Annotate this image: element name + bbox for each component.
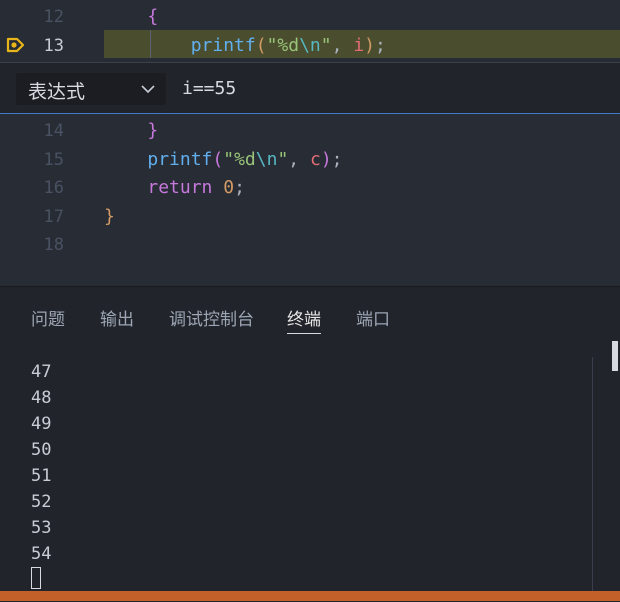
line-number[interactable]: 18 <box>0 231 64 259</box>
tab-problems[interactable]: 问题 <box>31 305 65 331</box>
code-line[interactable]: 18 <box>0 231 620 259</box>
terminal-output[interactable]: 47 48 49 50 51 52 53 54 <box>0 343 620 593</box>
code-token: , <box>331 34 354 56</box>
breakpoint-condition-widget: 表达式 <box>0 62 620 114</box>
code-token: , <box>288 148 310 170</box>
terminal-line: 54 <box>31 544 52 564</box>
code-text[interactable]: { <box>104 3 158 31</box>
code-token: } <box>104 205 115 227</box>
code-text[interactable]: return 0; <box>104 174 245 202</box>
code-token: ( <box>212 148 224 170</box>
terminal-line: 47 <box>31 362 52 382</box>
terminal-line: 51 <box>31 466 52 486</box>
code-token: ; <box>331 148 343 170</box>
bottom-panel: 问题 输出 调试控制台 终端 端口 47 48 49 50 51 52 53 5… <box>0 286 620 602</box>
line-number[interactable]: 16 <box>0 174 64 202</box>
code-text[interactable]: printf("%d\n", i); <box>104 32 386 60</box>
code-line[interactable]: 12 { <box>0 3 620 31</box>
code-editor-bottom[interactable]: 14 } 15 printf("%d\n", c); 16 return 0; 17}… <box>0 116 620 260</box>
code-line[interactable]: 14 } <box>0 117 620 145</box>
chevron-down-icon <box>141 85 155 94</box>
line-number[interactable]: 15 <box>0 146 64 174</box>
code-token: "%d <box>223 148 256 170</box>
terminal-scrollbar-track[interactable] <box>592 357 614 593</box>
code-token: " <box>320 34 332 56</box>
tab-debug-console[interactable]: 调试控制台 <box>169 305 254 331</box>
code-token: ( <box>255 34 267 56</box>
code-token: printf <box>147 148 213 170</box>
line-number[interactable]: 17 <box>0 203 64 231</box>
code-text[interactable]: } <box>104 117 158 145</box>
code-editor-top[interactable]: 12 {13 printf("%d\n", i); <box>0 0 620 60</box>
code-token: { <box>147 6 159 27</box>
code-line[interactable]: 15 printf("%d\n", c); <box>0 146 620 174</box>
terminal-line: 50 <box>31 440 52 460</box>
code-token: ; <box>375 34 386 56</box>
code-token: ) <box>320 148 332 170</box>
tab-output[interactable]: 输出 <box>100 305 134 331</box>
terminal-line: 53 <box>31 518 52 538</box>
line-number[interactable]: 14 <box>0 117 64 145</box>
code-text[interactable]: } <box>104 203 115 231</box>
code-token: c <box>309 148 321 170</box>
code-token: \n <box>299 34 321 56</box>
code-token: printf <box>190 34 256 56</box>
code-token: "%d <box>266 34 300 56</box>
code-token: ; <box>234 177 245 198</box>
line-number[interactable]: 13 <box>0 32 64 60</box>
tab-terminal[interactable]: 终端 <box>287 305 321 334</box>
condition-type-label: 表达式 <box>28 81 86 103</box>
terminal-line: 48 <box>31 388 52 408</box>
condition-expression-input[interactable] <box>182 75 414 103</box>
tab-ports[interactable]: 端口 <box>356 305 390 331</box>
code-token: 0 <box>223 177 235 198</box>
code-text[interactable]: printf("%d\n", c); <box>104 146 343 174</box>
terminal-line: 52 <box>31 492 52 512</box>
code-token: \n <box>255 148 278 170</box>
code-token: ) <box>364 34 375 56</box>
code-line[interactable]: 16 return 0; <box>0 174 620 202</box>
code-token: } <box>147 120 159 141</box>
code-line[interactable]: 13 printf("%d\n", i); <box>0 32 620 60</box>
terminal-line: 49 <box>31 414 52 434</box>
code-token: " <box>277 148 289 170</box>
line-number[interactable]: 12 <box>0 3 64 31</box>
terminal-scrollbar-thumb[interactable] <box>612 341 618 371</box>
code-line[interactable]: 17} <box>0 203 620 231</box>
code-token: i <box>353 34 365 56</box>
code-token: return <box>147 177 213 198</box>
status-bar <box>0 591 620 601</box>
panel-tabs: 问题 输出 调试控制台 终端 端口 <box>0 287 620 343</box>
condition-type-select[interactable]: 表达式 <box>16 73 166 105</box>
terminal-cursor <box>31 567 41 589</box>
